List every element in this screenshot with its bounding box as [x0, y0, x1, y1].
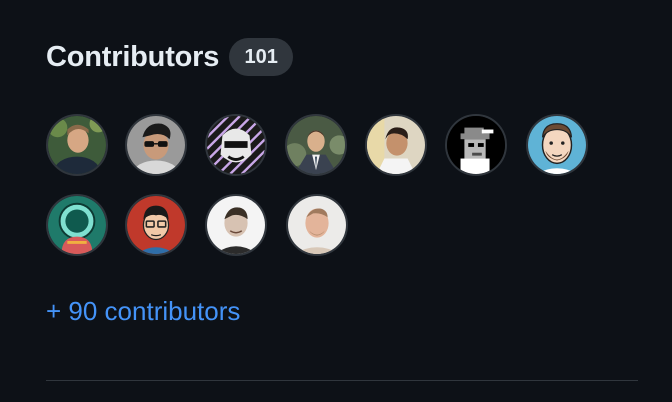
user-avatar-illustration-icon — [127, 196, 185, 254]
user-avatar-photo-icon — [207, 196, 265, 254]
contributor-count-badge: 101 — [229, 38, 294, 76]
user-avatar-photo-icon — [288, 196, 346, 254]
user-avatar-photo-icon — [287, 116, 345, 174]
contributor-avatar-9[interactable] — [125, 194, 187, 256]
user-avatar-photo-icon — [127, 116, 185, 174]
user-avatar-photo-icon — [48, 116, 106, 174]
contributors-header: Contributors 101 — [46, 38, 294, 76]
contributor-avatar-3[interactable] — [205, 114, 267, 176]
contributor-avatar-5[interactable] — [365, 114, 427, 176]
section-divider — [46, 380, 638, 381]
contributor-avatar-11[interactable] — [286, 194, 348, 256]
contributor-avatar-2[interactable] — [125, 114, 187, 176]
user-avatar-cartoon-icon — [528, 116, 586, 174]
contributor-avatar-4[interactable] — [285, 114, 347, 176]
contributor-avatar-8[interactable] — [46, 194, 108, 256]
contributor-avatar-10[interactable] — [205, 194, 267, 256]
user-avatar-pixel-art-icon — [447, 116, 505, 174]
more-contributors-link[interactable]: + 90 contributors — [46, 296, 240, 327]
contributor-avatar-6[interactable] — [445, 114, 507, 176]
user-avatar-illustration-icon — [207, 116, 265, 174]
user-avatar-astronaut-art-icon — [48, 196, 106, 254]
user-avatar-photo-icon — [367, 116, 425, 174]
section-title[interactable]: Contributors — [46, 41, 219, 74]
contributor-avatar-1[interactable] — [46, 114, 108, 176]
contributor-avatar-7[interactable] — [526, 114, 588, 176]
